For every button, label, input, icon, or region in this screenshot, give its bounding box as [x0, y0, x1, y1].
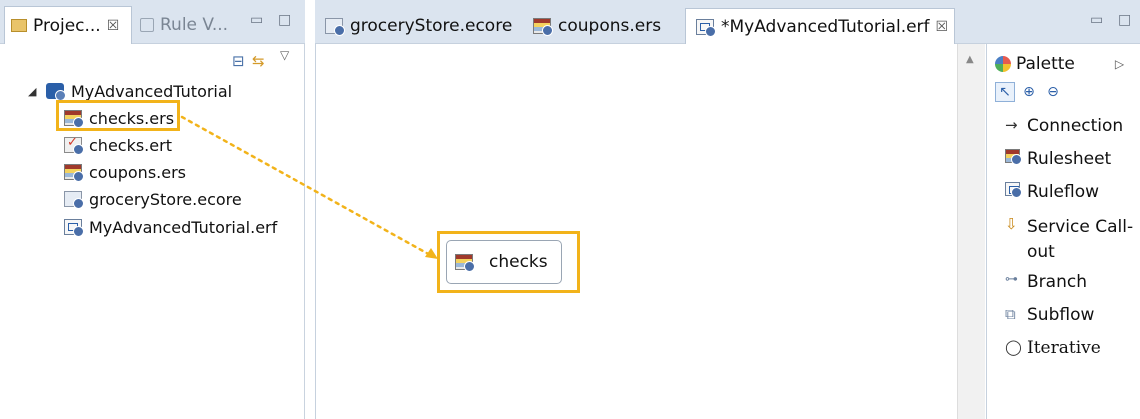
vertical-scrollbar[interactable]: ▲	[957, 44, 985, 419]
close-tab-icon[interactable]: ☒	[107, 18, 120, 34]
service-call-icon: ⇩	[1005, 215, 1018, 233]
zoom-out-icon[interactable]: ⊖	[1043, 82, 1063, 102]
left-tab-bar: Projec... ☒ Rule V... ▭ □	[0, 0, 305, 44]
palette-item-connection[interactable]: → Connection	[1005, 116, 1123, 136]
tab-rule-label: Rule V...	[160, 15, 229, 35]
palette-item-iterative[interactable]: ◯ Iterative	[1005, 338, 1101, 358]
palette-item-label: Branch	[1027, 272, 1087, 292]
explorer-toolbar: ⊟ ⇆ ▽	[0, 44, 305, 74]
minimize-editor-icon[interactable]: ▭	[1090, 12, 1103, 28]
palette-panel: Palette ▷ ↖ ⊕ ⊖ → Connection Rulesheet R…	[986, 44, 1140, 419]
collapse-all-icon[interactable]: ⊟	[232, 52, 245, 70]
tree-item-label: MyAdvancedTutorial.erf	[89, 217, 278, 237]
palette-item-subflow[interactable]: ⧉ Subflow	[1005, 305, 1094, 325]
palette-title: Palette	[1016, 54, 1075, 74]
project-label: MyAdvancedTutorial	[71, 81, 233, 101]
branch-icon: ⊶	[1005, 272, 1018, 287]
tree-item-checks-ert[interactable]: checks.ert	[64, 132, 172, 158]
select-tool-icon[interactable]: ↖	[995, 82, 1015, 102]
tree-item-label: checks.ert	[89, 135, 172, 155]
tree-item-coupons-ers[interactable]: coupons.ers	[64, 159, 186, 185]
palette-item-label: Iterative	[1027, 338, 1101, 358]
palette-item-branch[interactable]: ⊶ Branch	[1005, 272, 1087, 292]
rule-vocabulary-icon	[140, 18, 154, 32]
node-highlight	[437, 231, 580, 293]
maximize-icon[interactable]: □	[278, 12, 291, 28]
tree-item-grocerystore-ecore[interactable]: groceryStore.ecore	[64, 186, 242, 212]
minimize-icon[interactable]: ▭	[250, 12, 263, 28]
expand-arrow-icon[interactable]: ◢	[28, 85, 46, 98]
rulesheet-icon	[64, 164, 84, 182]
tree-item-label: groceryStore.ecore	[89, 189, 242, 209]
rulesheet-icon	[533, 18, 553, 36]
zoom-in-icon[interactable]: ⊕	[1019, 82, 1039, 102]
palette-header[interactable]: Palette ▷	[987, 50, 1140, 78]
tab-project-label: Projec...	[33, 15, 101, 36]
scroll-up-icon[interactable]: ▲	[966, 54, 974, 65]
tab-project-explorer[interactable]: Projec... ☒	[4, 6, 132, 44]
palette-item-label: Subflow	[1027, 305, 1095, 325]
ruleflow-icon	[64, 219, 84, 237]
palette-item-rulesheet[interactable]: Rulesheet	[1005, 149, 1111, 169]
palette-item-label: Rulesheet	[1027, 149, 1112, 169]
tree-selection-highlight	[56, 100, 180, 131]
palette-tools: ↖ ⊕ ⊖	[995, 82, 1063, 106]
palette-item-label: Ruleflow	[1027, 182, 1100, 202]
iterative-icon: ◯	[1005, 338, 1022, 356]
palette-item-label: Connection	[1027, 116, 1124, 136]
palette-expand-icon[interactable]: ▷	[1115, 57, 1124, 71]
arrow-right-icon: →	[1005, 116, 1018, 134]
editor-tab-myadvancedtutorial[interactable]: *MyAdvancedTutorial.erf ☒	[685, 8, 955, 44]
project-explorer-view: Projec... ☒ Rule V... ▭ □ ⊟ ⇆ ▽ ◢ MyAdva…	[0, 0, 305, 419]
editor-tab-label: groceryStore.ecore	[350, 16, 513, 36]
ecore-icon	[325, 18, 345, 36]
tab-rule-vocabulary[interactable]: Rule V...	[134, 6, 242, 44]
palette-item-ruleflow[interactable]: Ruleflow	[1005, 182, 1099, 202]
rulesheet-icon	[1005, 149, 1022, 165]
editor-tab-grocerystore[interactable]: groceryStore.ecore	[315, 8, 515, 44]
editor-tab-label: coupons.ers	[558, 16, 662, 36]
folder-icon	[11, 19, 27, 32]
palette-icon	[995, 56, 1011, 72]
maximize-editor-icon[interactable]: □	[1118, 12, 1131, 28]
editor-tab-coupons[interactable]: coupons.ers	[523, 8, 673, 44]
project-icon	[46, 83, 66, 101]
ruleflow-canvas[interactable]	[315, 44, 965, 419]
ruleflow-icon	[1005, 182, 1022, 198]
tree-item-label: coupons.ers	[89, 162, 186, 182]
subflow-icon: ⧉	[1005, 305, 1016, 323]
palette-item-label: Service Call-	[1027, 217, 1134, 237]
ruletest-icon	[64, 135, 84, 155]
close-tab-icon[interactable]: ☒	[936, 19, 949, 35]
ecore-icon	[64, 191, 84, 209]
view-menu-icon[interactable]: ▽	[280, 48, 289, 62]
editor-tab-bar: groceryStore.ecore coupons.ers *MyAdvanc…	[315, 0, 1140, 44]
palette-item-service-callout[interactable]: ⇩ Service Call- out	[1005, 215, 1133, 265]
link-with-editor-icon[interactable]: ⇆	[252, 52, 265, 70]
palette-item-label-cont: out	[1027, 242, 1055, 262]
editor-tab-label: *MyAdvancedTutorial.erf	[721, 16, 930, 37]
ruleflow-icon	[696, 18, 716, 37]
tree-item-myadvancedtutorial-erf[interactable]: MyAdvancedTutorial.erf	[64, 214, 277, 240]
